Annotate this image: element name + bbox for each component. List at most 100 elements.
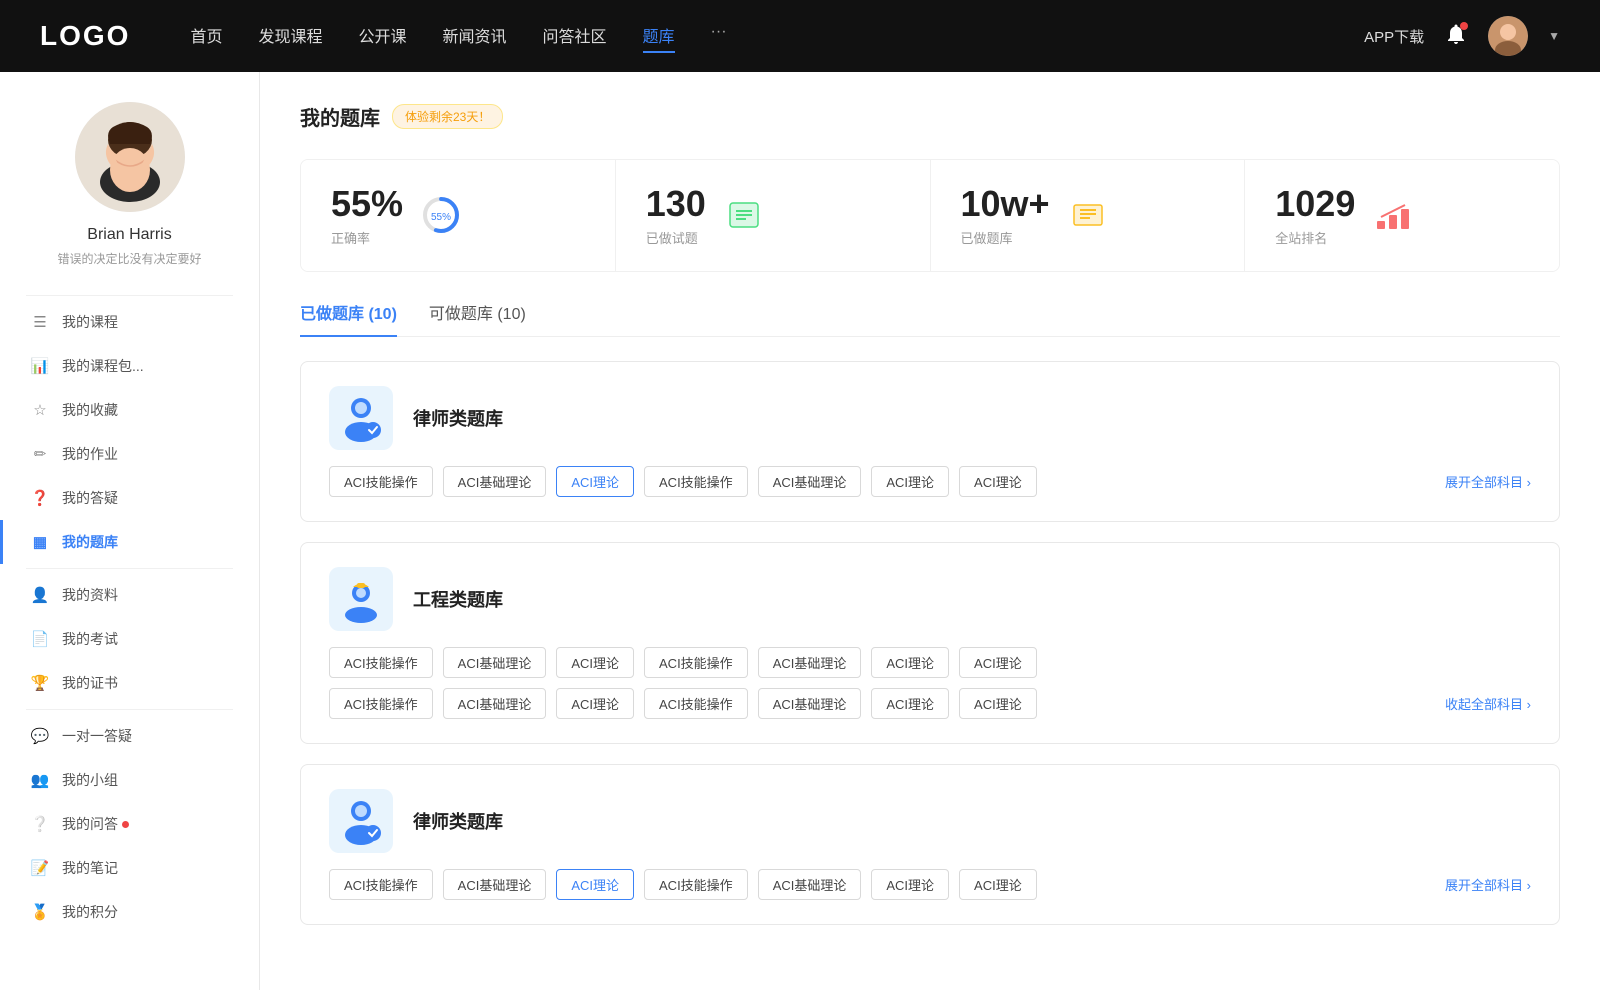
- tag-l2-4[interactable]: ACI技能操作: [644, 869, 748, 900]
- sidebar-label-collect: 我的收藏: [62, 400, 118, 420]
- nav-bank[interactable]: 题库: [643, 19, 675, 53]
- tag-1-1[interactable]: ACI技能操作: [329, 466, 433, 497]
- sidebar-item-answer[interactable]: ❓ 我的答疑: [0, 476, 259, 520]
- tag-1-6[interactable]: ACI理论: [871, 466, 949, 497]
- main-content: 我的题库 体验剩余23天！ 55% 正确率 55%: [260, 72, 1600, 990]
- collapse-btn-engineer[interactable]: 收起全部科目 ›: [1445, 694, 1531, 713]
- sidebar-label-bank: 我的题库: [62, 532, 118, 552]
- bank-tags-row-eng-2: ACI技能操作 ACI基础理论 ACI理论 ACI技能操作 ACI基础理论 AC…: [329, 688, 1531, 719]
- sidebar-item-course[interactable]: ☰ 我的课程: [0, 300, 259, 344]
- profile-motto: 错误的决定比没有决定要好: [37, 250, 221, 267]
- tag-l2-5[interactable]: ACI基础理论: [758, 869, 862, 900]
- sidebar-label-one-to-one: 一对一答疑: [62, 726, 132, 746]
- group-icon: 👥: [30, 770, 50, 790]
- tag-e1-1[interactable]: ACI技能操作: [329, 647, 433, 678]
- tag-e1-3[interactable]: ACI理论: [556, 647, 634, 678]
- nav-news[interactable]: 新闻资讯: [443, 19, 507, 53]
- tag-e2-1[interactable]: ACI技能操作: [329, 688, 433, 719]
- notification-bell[interactable]: [1444, 22, 1468, 51]
- tab-available-banks[interactable]: 可做题库 (10): [429, 300, 526, 336]
- tag-e2-5[interactable]: ACI基础理论: [758, 688, 862, 719]
- edit-icon: ✏: [30, 444, 50, 464]
- sidebar-item-homework[interactable]: ✏ 我的作业: [0, 432, 259, 476]
- qa-dot: [122, 821, 129, 828]
- tag-1-3[interactable]: ACI理论: [556, 466, 634, 497]
- sidebar-item-collect[interactable]: ☆ 我的收藏: [0, 388, 259, 432]
- stat-done-label: 已做试题: [646, 228, 706, 247]
- tag-e1-7[interactable]: ACI理论: [959, 647, 1037, 678]
- file-icon: ☰: [30, 312, 50, 332]
- nav-discover[interactable]: 发现课程: [258, 19, 322, 53]
- avatar-chevron[interactable]: ▼: [1548, 29, 1560, 43]
- tag-1-7[interactable]: ACI理论: [959, 466, 1037, 497]
- sidebar-item-package[interactable]: 📊 我的课程包...: [0, 344, 259, 388]
- nav-open-course[interactable]: 公开课: [358, 19, 406, 53]
- sidebar: Brian Harris 错误的决定比没有决定要好 ☰ 我的课程 📊 我的课程包…: [0, 72, 260, 990]
- tag-e1-6[interactable]: ACI理论: [871, 647, 949, 678]
- bank-card-engineer-header: 工程类题库: [329, 567, 1531, 631]
- tag-e1-2[interactable]: ACI基础理论: [443, 647, 547, 678]
- sidebar-item-one-to-one[interactable]: 💬 一对一答疑: [0, 714, 259, 758]
- coin-icon: 🏅: [30, 902, 50, 922]
- user-avatar[interactable]: [1488, 16, 1528, 56]
- tag-1-5[interactable]: ACI基础理论: [758, 466, 862, 497]
- user-icon: 👤: [30, 585, 50, 605]
- svg-text:55%: 55%: [431, 212, 451, 223]
- bank-card-lawyer-1: 律师类题库 ACI技能操作 ACI基础理论 ACI理论 ACI技能操作 ACI基…: [300, 361, 1560, 522]
- tag-1-2[interactable]: ACI基础理论: [443, 466, 547, 497]
- sidebar-label-my-qa: 我的问答: [62, 814, 118, 834]
- engineer-icon: [329, 567, 393, 631]
- nav-more[interactable]: ···: [711, 19, 727, 53]
- tag-l2-6[interactable]: ACI理论: [871, 869, 949, 900]
- sidebar-item-bank[interactable]: ▦ 我的题库: [0, 520, 259, 564]
- avatar-svg: [1488, 16, 1528, 56]
- tag-1-4[interactable]: ACI技能操作: [644, 466, 748, 497]
- expand-btn-l2[interactable]: 展开全部科目 ›: [1445, 875, 1531, 894]
- tag-e2-3[interactable]: ACI理论: [556, 688, 634, 719]
- lawyer-svg-1: [337, 394, 385, 442]
- sidebar-label-profile: 我的资料: [62, 585, 118, 605]
- tag-e1-4[interactable]: ACI技能操作: [644, 647, 748, 678]
- nav-right: APP下载 ▼: [1364, 16, 1560, 56]
- tag-e2-4[interactable]: ACI技能操作: [644, 688, 748, 719]
- expand-btn-1[interactable]: 展开全部科目 ›: [1445, 472, 1531, 491]
- sidebar-item-my-qa[interactable]: ❔ 我的问答: [0, 802, 259, 846]
- tag-e2-2[interactable]: ACI基础理论: [443, 688, 547, 719]
- sidebar-item-cert[interactable]: 🏆 我的证书: [0, 661, 259, 705]
- stat-accuracy-number: 55%: [331, 184, 403, 224]
- lawyer-icon-1: [329, 386, 393, 450]
- logo[interactable]: LOGO: [40, 20, 130, 52]
- sidebar-item-group[interactable]: 👥 我的小组: [0, 758, 259, 802]
- sidebar-item-points[interactable]: 🏅 我的积分: [0, 890, 259, 934]
- lawyer-icon-2: [329, 789, 393, 853]
- profile-name: Brian Harris: [87, 226, 171, 244]
- note-icon: 📝: [30, 858, 50, 878]
- accuracy-icon: 55%: [419, 193, 463, 237]
- sidebar-label-points: 我的积分: [62, 902, 118, 922]
- bell-badge: [1460, 22, 1468, 30]
- stat-accuracy: 55% 正确率 55%: [301, 160, 616, 271]
- tags-container-eng-1: ACI技能操作 ACI基础理论 ACI理论 ACI技能操作 ACI基础理论 AC…: [329, 647, 1037, 678]
- tabs: 已做题库 (10) 可做题库 (10): [300, 300, 1560, 337]
- tag-e2-7[interactable]: ACI理论: [959, 688, 1037, 719]
- tag-l2-7[interactable]: ACI理论: [959, 869, 1037, 900]
- tag-l2-1[interactable]: ACI技能操作: [329, 869, 433, 900]
- tag-l2-3[interactable]: ACI理论: [556, 869, 634, 900]
- bank-card-lawyer-1-header: 律师类题库: [329, 386, 1531, 450]
- grid-icon: ▦: [30, 532, 50, 552]
- tag-l2-2[interactable]: ACI基础理论: [443, 869, 547, 900]
- profile-avatar-img: [75, 102, 185, 212]
- sidebar-item-profile[interactable]: 👤 我的资料: [0, 573, 259, 617]
- tab-done-banks[interactable]: 已做题库 (10): [300, 300, 397, 336]
- stat-banks-number: 10w+: [961, 184, 1050, 224]
- tag-e1-5[interactable]: ACI基础理论: [758, 647, 862, 678]
- tag-e2-6[interactable]: ACI理论: [871, 688, 949, 719]
- chat-icon: 💬: [30, 726, 50, 746]
- app-download-link[interactable]: APP下载: [1364, 26, 1424, 47]
- nav-qa[interactable]: 问答社区: [543, 19, 607, 53]
- nav-home[interactable]: 首页: [190, 19, 222, 53]
- sidebar-item-exam[interactable]: 📄 我的考试: [0, 617, 259, 661]
- sidebar-item-notes[interactable]: 📝 我的笔记: [0, 846, 259, 890]
- qa-icon: ❔: [30, 814, 50, 834]
- sidebar-label-group: 我的小组: [62, 770, 118, 790]
